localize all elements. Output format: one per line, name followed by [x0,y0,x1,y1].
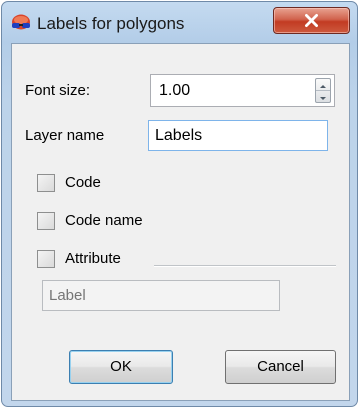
dialog-window: Labels for polygons Font size: 1.00 Laye… [1,1,358,407]
attribute-checkbox-label[interactable]: Attribute [65,250,121,267]
close-x-icon [305,14,318,27]
attribute-checkbox[interactable] [37,250,55,268]
spin-down-button[interactable] [316,91,330,102]
window-title: Labels for polygons [37,14,185,33]
layer-name-label: Layer name [25,127,105,144]
code-name-checkbox-label[interactable]: Code name [65,212,143,229]
title-bar[interactable]: Labels for polygons [2,2,357,44]
code-checkbox-label[interactable]: Code [65,174,101,191]
spin-up-button[interactable] [316,79,330,91]
attribute-label-input [42,280,280,311]
code-checkbox[interactable] [37,174,55,192]
font-size-spinbox[interactable]: 1.00 [150,74,335,107]
ok-button[interactable]: OK [69,350,173,384]
close-button[interactable] [273,7,350,34]
cancel-button[interactable]: Cancel [225,350,336,384]
layer-name-input[interactable] [148,120,328,151]
code-name-checkbox[interactable] [37,212,55,230]
dialog-body: Font size: 1.00 Layer name Code Code nam… [11,43,350,401]
spin-down-arrow-icon [320,97,326,100]
3d-glasses-icon [12,14,30,30]
font-size-value[interactable]: 1.00 [159,82,190,100]
spin-buttons [315,78,331,103]
attribute-group-divider [154,265,336,267]
font-size-label: Font size: [25,82,91,99]
